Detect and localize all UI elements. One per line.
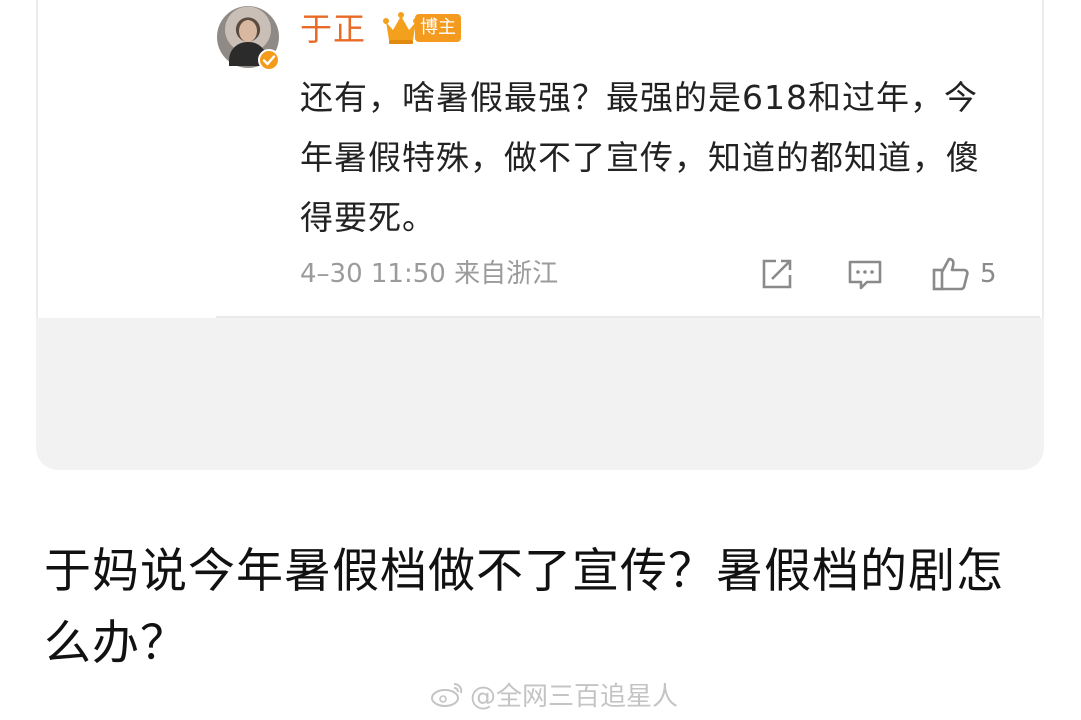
- blogger-badge-label: 博主: [415, 14, 461, 42]
- divider: [216, 316, 1040, 318]
- weibo-logo-icon: [431, 683, 463, 707]
- username[interactable]: 于正: [300, 7, 366, 51]
- watermark: @全网三百追星人: [430, 676, 678, 712]
- thumbs-up-icon: [932, 257, 969, 291]
- crown-icon: [383, 12, 419, 44]
- verified-badge-icon: [258, 49, 280, 71]
- comment-icon: [848, 260, 882, 290]
- watermark-text: @全网三百追星人: [470, 681, 679, 712]
- like-count: 5: [980, 259, 997, 289]
- comment-meta: 4–30 11:50 来自浙江: [300, 259, 559, 289]
- like-button[interactable]: 5: [930, 254, 997, 294]
- share-icon: [762, 259, 792, 289]
- comment-text: 还有，啥暑假最强？最强的是618和过年，今年暑假特殊，做不了宣传，知道的都知道，…: [300, 78, 980, 237]
- avatar-face: [239, 20, 257, 42]
- blogger-badge: 博主: [383, 10, 463, 46]
- headline: 于妈说今年暑假档做不了宣传？暑假档的剧怎么办？: [44, 544, 1004, 671]
- share-button[interactable]: [757, 254, 797, 294]
- comment-button[interactable]: [845, 254, 885, 294]
